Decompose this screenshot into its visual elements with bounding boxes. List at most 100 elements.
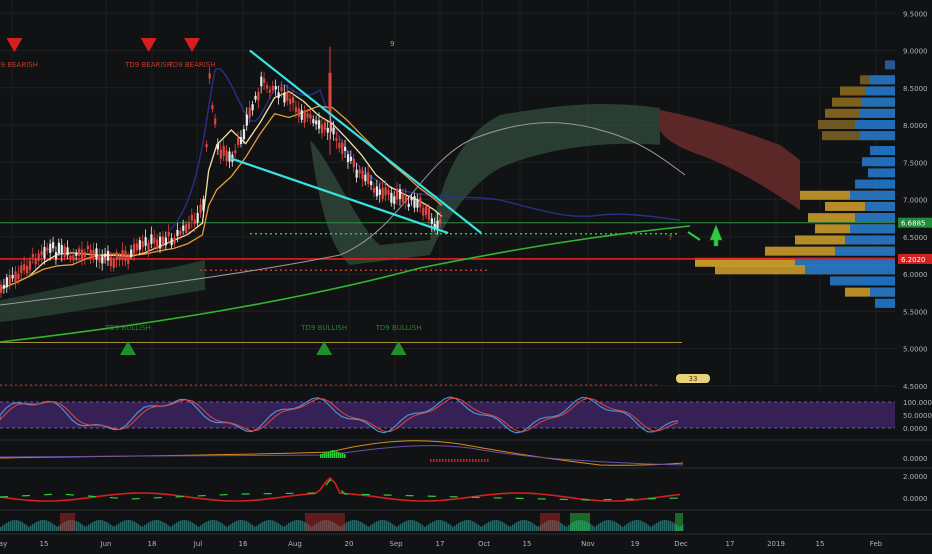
price-tick-label: 8.0000 [903, 122, 928, 130]
candle [69, 255, 72, 260]
candle [300, 110, 303, 120]
volume-bar [470, 520, 472, 531]
volume-bar [650, 526, 652, 531]
candle [170, 238, 173, 246]
volume-bar [392, 524, 394, 531]
volume-bar [456, 524, 458, 531]
volume-bar [256, 525, 258, 531]
candle [31, 254, 35, 258]
volume-bar [634, 520, 636, 531]
volume-bar [596, 525, 598, 531]
volume-bar [102, 520, 104, 531]
candle [2, 284, 6, 289]
price-tick-label: 7.0000 [903, 197, 928, 205]
candle [23, 264, 26, 271]
candle [0, 284, 3, 293]
volume-bar [624, 525, 626, 531]
volume-profile-bar [860, 131, 895, 141]
volume-profile-bar [855, 120, 895, 129]
candle [268, 89, 272, 93]
time-tick-label: Oct [478, 540, 490, 548]
volume-bar [90, 523, 92, 531]
volume-highlight [570, 513, 590, 531]
macd-histogram-bar [472, 459, 474, 462]
candle [404, 196, 407, 203]
candle [245, 114, 248, 126]
candle [387, 190, 390, 195]
macd-histogram-bar [430, 459, 432, 462]
volume-bar [294, 520, 296, 531]
volume-bar [566, 526, 568, 531]
candle [54, 252, 58, 260]
candle [8, 275, 11, 285]
candle [286, 91, 289, 101]
time-tick-label: Sep [389, 540, 403, 548]
macd-histogram-bar [466, 459, 468, 462]
volume-bar [232, 522, 234, 531]
time-tick-label: Nov [581, 540, 595, 548]
volume-bar [158, 520, 160, 531]
macd-histogram-bar [454, 459, 456, 462]
volume-bar [220, 522, 222, 531]
volume-bar [20, 521, 22, 531]
volume-highlight [675, 513, 683, 531]
candle [144, 237, 147, 246]
volume-bar [660, 520, 662, 531]
volume-bar [118, 523, 120, 531]
volume-bar [298, 520, 300, 531]
volume-bar [532, 523, 534, 531]
momentum-panel [0, 469, 895, 509]
signal-label: TD9 BULLISH [300, 324, 347, 332]
macd-histogram-bar [448, 459, 450, 462]
volume-bar [380, 520, 382, 531]
candle [323, 122, 326, 130]
volume-bar [460, 521, 462, 531]
panel-tick-label: 2.0000 [903, 473, 928, 481]
macd-histogram-bar [320, 454, 322, 458]
volume-bar [406, 520, 408, 531]
volume-bar [198, 526, 200, 531]
price-tick-label: 6.0000 [903, 271, 928, 279]
volume-bar [108, 523, 110, 531]
candle [89, 249, 92, 257]
volume-bar [656, 522, 658, 531]
price-tick-label: 5.0000 [903, 346, 928, 354]
volume-bar [104, 521, 106, 531]
candle [132, 243, 136, 254]
time-tick-label: 19 [631, 540, 640, 548]
panel-tick-label: 50.0000 [903, 412, 932, 420]
volume-bar [176, 522, 178, 531]
volume-bar [140, 525, 142, 531]
candle [208, 73, 211, 79]
volume-bar [112, 526, 114, 531]
candle [83, 251, 87, 258]
macd-histogram-bar [344, 454, 346, 458]
volume-bar [654, 524, 656, 531]
candle [367, 172, 370, 184]
candle [80, 249, 84, 259]
volume-bar [164, 522, 166, 531]
volume-bar [638, 520, 640, 531]
volume-bar [82, 524, 84, 531]
macd-histogram-bar [328, 451, 330, 458]
candle [222, 145, 225, 156]
candle [20, 265, 23, 274]
candle [398, 188, 402, 200]
volume-bar [10, 520, 12, 531]
candle [375, 186, 379, 197]
macd-histogram-bar [340, 452, 342, 458]
volume-bar [474, 522, 476, 531]
candle [346, 154, 350, 163]
volume-bar [386, 520, 388, 531]
volume-bar [452, 526, 454, 531]
volume-bar [360, 521, 362, 531]
candle [260, 76, 263, 87]
volume-bar [628, 522, 630, 531]
candle [150, 234, 153, 244]
volume-bar [594, 526, 596, 531]
volume-bar [80, 523, 82, 531]
volume-bar [166, 524, 168, 531]
volume-bar [536, 526, 538, 531]
volume-profile-bar [855, 213, 895, 223]
candle [384, 187, 387, 196]
